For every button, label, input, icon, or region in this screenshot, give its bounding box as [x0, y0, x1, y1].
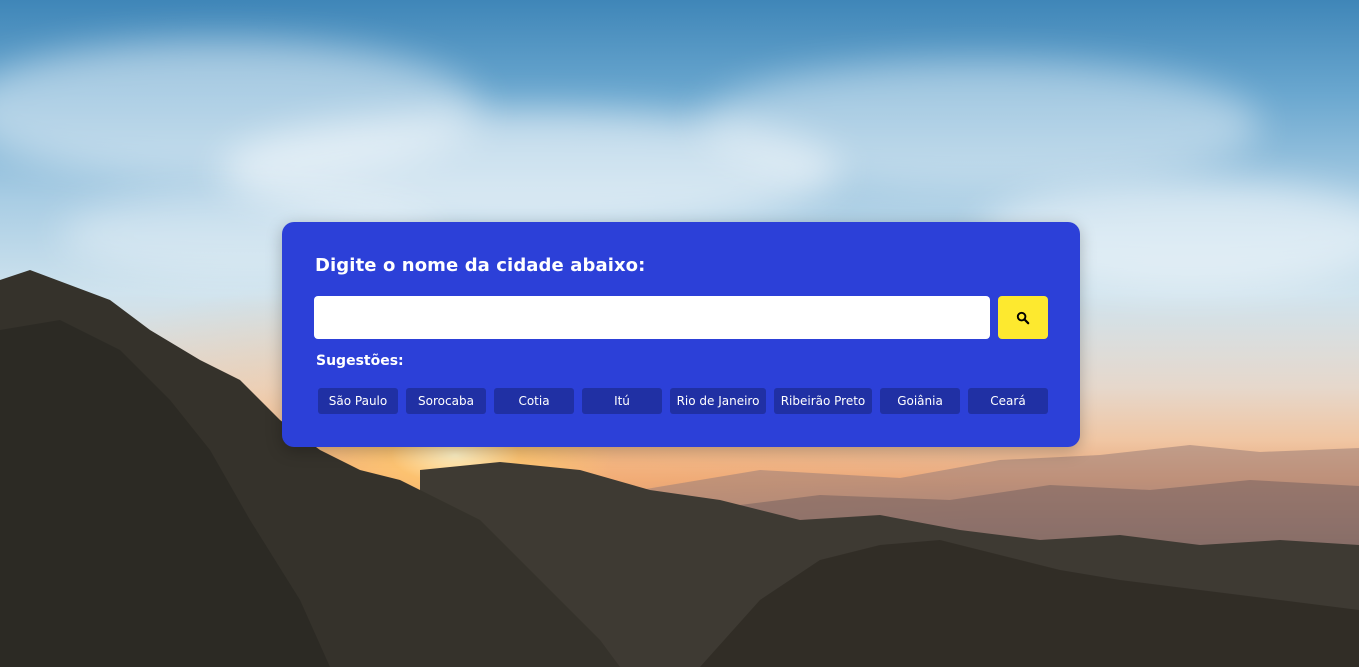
suggestion-chip[interactable]: Ceará: [968, 388, 1048, 414]
suggestion-chip[interactable]: Goiânia: [880, 388, 960, 414]
panel-title: Digite o nome da cidade abaixo:: [315, 255, 646, 276]
suggestions-list: São Paulo Sorocaba Cotia Itú Rio de Jane…: [318, 388, 1048, 414]
suggestion-chip[interactable]: Itú: [582, 388, 662, 414]
city-search-input[interactable]: [314, 296, 990, 339]
suggestion-chip[interactable]: São Paulo: [318, 388, 398, 414]
search-icon: [1016, 311, 1030, 325]
suggestion-chip[interactable]: Cotia: [494, 388, 574, 414]
search-panel: Digite o nome da cidade abaixo: Sugestõe…: [282, 222, 1080, 447]
suggestion-chip[interactable]: Rio de Janeiro: [670, 388, 766, 414]
suggestions-label: Sugestões:: [316, 353, 404, 369]
suggestion-chip[interactable]: Sorocaba: [406, 388, 486, 414]
suggestion-chip[interactable]: Ribeirão Preto: [774, 388, 872, 414]
search-button[interactable]: [998, 296, 1048, 339]
